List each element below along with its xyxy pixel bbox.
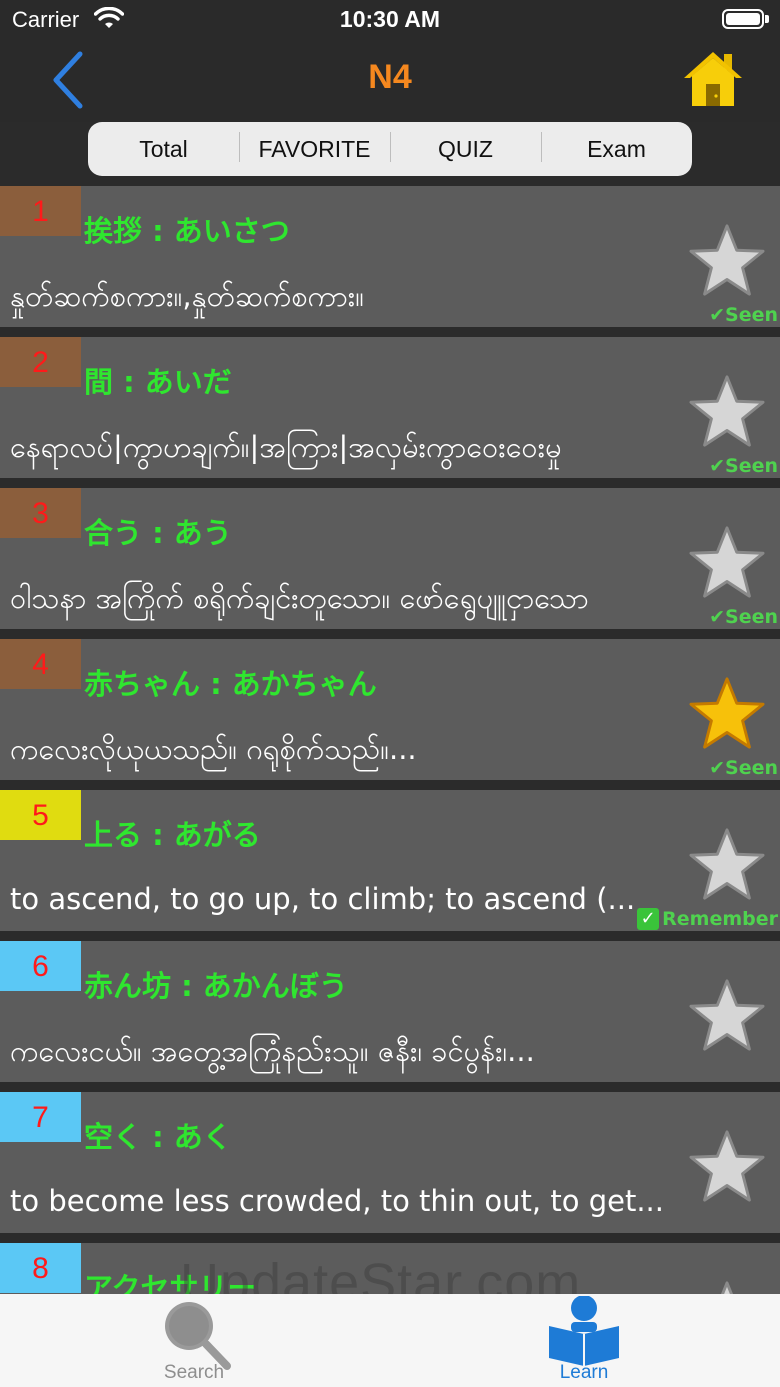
segment-favorite[interactable]: FAVORITE (239, 131, 390, 163)
home-icon[interactable] (682, 48, 744, 110)
item-word: 合う : あう (84, 516, 232, 550)
item-word: 赤ん坊 : あかんぼう (84, 969, 348, 1003)
item-meaning: ကလေးငယ်။ အတွေ့အကြုံနည်းသူ။ ဇနီး၊ ခင်ပွန်… (10, 1034, 535, 1068)
favorite-star-icon[interactable] (688, 373, 766, 449)
list-item[interactable]: 4 赤ちゃん : あかちゃん ကလေးလိုယုယသည်။ ဂရုစိုက်သည်။… (0, 639, 780, 780)
list-item[interactable]: 1 挨拶 : あいさつ နှုတ်ဆက်စကား။,နှုတ်ဆက်စကား။ ✔Se… (0, 186, 780, 327)
page-title: N4 (368, 58, 412, 96)
seen-badge: ✔Seen (709, 606, 778, 628)
seen-badge: ✔Seen (709, 304, 778, 326)
tab-bar: Search Learn (0, 1294, 780, 1387)
checkmark-icon: ✓ (637, 908, 660, 930)
item-number: 8 (0, 1243, 81, 1293)
list-item[interactable]: 6 赤ん坊 : あかんぼう ကလေးငယ်။ အတွေ့အကြုံနည်းသူ။ ဇ… (0, 941, 780, 1082)
seen-badge: ✔Seen (709, 455, 778, 477)
badge-label: ✔Seen (709, 606, 778, 628)
seen-badge: ✔Seen (709, 757, 778, 779)
item-word: 挨拶 : あいさつ (84, 214, 290, 248)
tab-search[interactable]: Search (94, 1294, 294, 1387)
item-word: 上る : あがる (84, 818, 261, 852)
badge-label: ✔Seen (709, 455, 778, 477)
status-bar: Carrier 10:30 AM (0, 0, 780, 42)
item-word: 空く : あく (84, 1120, 232, 1154)
badge-label: Remember (662, 908, 778, 930)
item-meaning: နေရာလပ်|ကွာဟချက်။|အကြား|အလှမ်းကွာဝေးဝေးမ… (10, 430, 562, 464)
item-number: 3 (0, 488, 81, 538)
item-meaning: to ascend, to go up, to climb; to ascend… (10, 882, 636, 916)
item-meaning: to become less crowded, to thin out, to … (10, 1184, 664, 1218)
segment-quiz[interactable]: QUIZ (390, 131, 541, 163)
tab-label-search: Search (163, 1362, 225, 1383)
favorite-star-icon[interactable] (688, 524, 766, 600)
segment-exam[interactable]: Exam (541, 131, 692, 163)
remember-badge: ✓ Remember (637, 908, 778, 930)
tab-label-learn: Learn (559, 1362, 609, 1383)
favorite-star-icon[interactable] (688, 222, 766, 298)
reader-icon (549, 1296, 619, 1366)
list-item[interactable]: 2間 : あいだ နေရာလပ်|ကွာဟချက်။|အကြား|အလှမ်းကွ… (0, 337, 780, 478)
item-number: 7 (0, 1092, 81, 1142)
favorite-star-filled-icon[interactable] (688, 675, 766, 751)
item-number: 4 (0, 639, 81, 689)
item-meaning: ကလေးလိုယုယသည်။ ဂရုစိုက်သည်။... (10, 732, 417, 766)
item-number: 1 (0, 186, 81, 236)
item-meaning: ဝါသနာ အကြိုက် စရိုက်ချင်းတူသော။ ဖော်ရွေပ… (10, 581, 589, 615)
list-item[interactable]: 5 上る : あがる to ascend, to go up, to climb; … (0, 790, 780, 931)
segmented-control: Total FAVORITE QUIZ Exam (88, 122, 692, 176)
list-item[interactable]: 7 空く : あく to become less crowded, to thin … (0, 1092, 780, 1233)
badge-label: ✔Seen (709, 757, 778, 779)
item-word: 間 : あいだ (84, 365, 232, 399)
badge-label: ✔Seen (709, 304, 778, 326)
search-icon (165, 1302, 231, 1370)
battery-tip (765, 15, 769, 23)
item-word: 赤ちゃん : あかちゃん (84, 667, 377, 701)
segment-bar: Total FAVORITE QUIZ Exam (0, 122, 780, 186)
favorite-star-icon[interactable] (688, 826, 766, 902)
item-number: 5 (0, 790, 81, 840)
battery-icon (722, 9, 764, 29)
vocabulary-list[interactable]: 1 挨拶 : あいさつ နှုတ်ဆက်စကား။,နှုတ်ဆက်စကား။ ✔Se… (0, 186, 780, 1294)
favorite-star-icon[interactable] (688, 1279, 766, 1294)
list-item[interactable]: 3 合う : あう ဝါသနာ အကြိုက် စရိုက်ချင်းတူသော။ … (0, 488, 780, 629)
status-time: 10:30 AM (339, 6, 441, 32)
favorite-star-icon[interactable] (688, 1128, 766, 1204)
navigation-bar: N4 (0, 42, 780, 122)
tab-learn[interactable]: Learn (484, 1294, 684, 1387)
segment-total[interactable]: Total (88, 136, 239, 163)
item-number: 2 (0, 337, 81, 387)
favorite-star-icon[interactable] (688, 977, 766, 1053)
item-number: 6 (0, 941, 81, 991)
item-meaning: နှုတ်ဆက်စကား။,နှုတ်ဆက်စကား။ (10, 279, 364, 313)
